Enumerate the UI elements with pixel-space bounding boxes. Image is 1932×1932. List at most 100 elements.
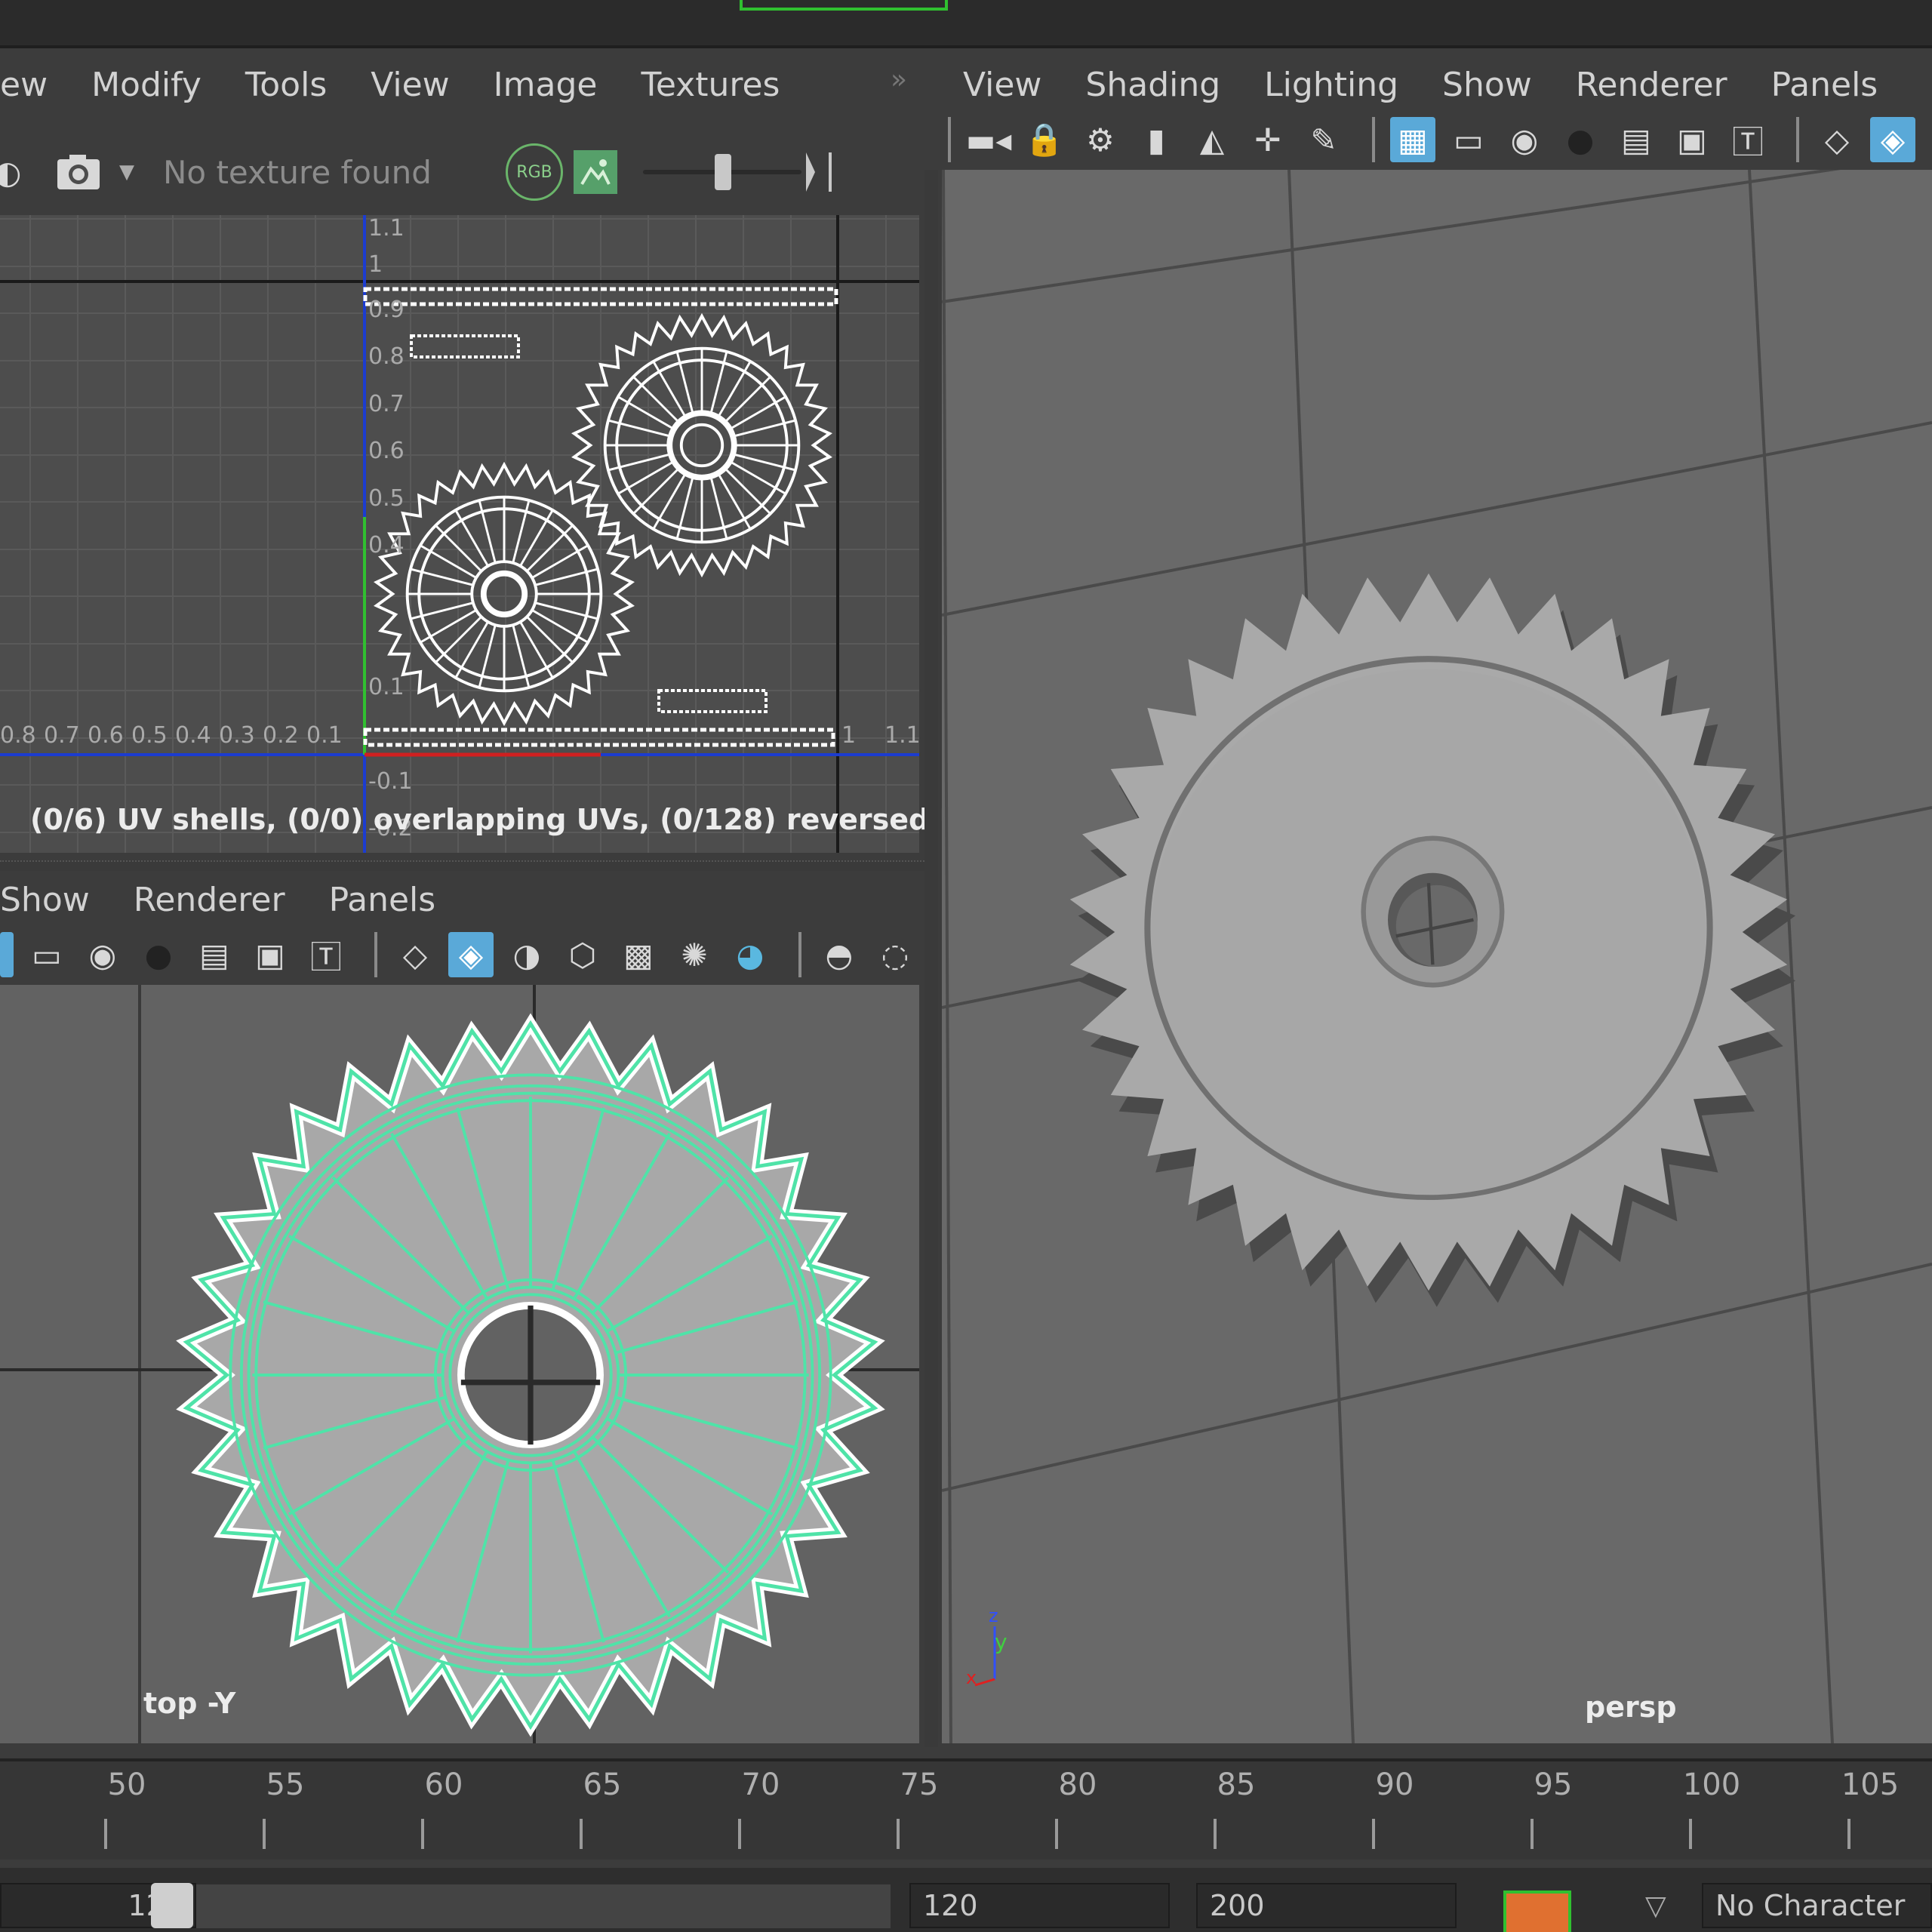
uv-axis-label-y: -0.1 bbox=[368, 768, 413, 795]
field-chart-icon[interactable]: ▤ bbox=[192, 932, 237, 977]
gate-mask-icon[interactable]: ● bbox=[136, 932, 181, 977]
menu-overflow-icon[interactable]: » bbox=[891, 64, 907, 95]
selection-bracket-icon[interactable] bbox=[740, 0, 948, 11]
uv-menu-modify[interactable]: Modify bbox=[91, 66, 202, 104]
image-plane-icon[interactable]: ◭ bbox=[1189, 117, 1235, 162]
top-menu-show[interactable]: Show bbox=[0, 881, 90, 919]
safe-title-icon[interactable]: 🅃 bbox=[303, 932, 349, 977]
safe-action-icon[interactable]: ▣ bbox=[248, 932, 293, 977]
axis-gizmo-icon: z y x bbox=[966, 1605, 1008, 1687]
uv-axis-label-x: 0.8 bbox=[0, 722, 36, 749]
uv-editor-menubar: ew Modify Tools View Image Textures bbox=[0, 47, 823, 122]
timeline-tick-label: 95 bbox=[1534, 1767, 1573, 1802]
gate-mask-icon[interactable]: ● bbox=[1558, 117, 1603, 162]
bookmark-icon[interactable]: ▮ bbox=[1134, 117, 1179, 162]
uv-menu-view[interactable]: ew bbox=[0, 66, 48, 104]
timeline-tick-label: 55 bbox=[266, 1767, 305, 1802]
timeline-tick-label: 105 bbox=[1841, 1767, 1900, 1802]
uv-editor-viewport[interactable]: 1.1 1 0.9 0.8 0.7 0.6 0.5 0.4 0.1 -0.1 -… bbox=[0, 215, 919, 853]
persp-viewport[interactable]: z y x persp bbox=[942, 170, 1932, 1743]
camera-lock-icon[interactable]: 🔒 bbox=[1022, 117, 1067, 162]
film-gate-icon[interactable]: ▭ bbox=[1446, 117, 1491, 162]
timeline-tick-mark bbox=[1531, 1819, 1534, 1849]
persp-menu-renderer[interactable]: Renderer bbox=[1576, 66, 1727, 104]
wireframe-on-shaded-icon[interactable]: ◑ bbox=[504, 932, 549, 977]
timeline-tick-label: 60 bbox=[424, 1767, 463, 1802]
persp-menu-lighting[interactable]: Lighting bbox=[1264, 66, 1398, 104]
uv-axis-label-x: 0.5 bbox=[131, 722, 168, 749]
character-set-field[interactable]: No Character bbox=[1702, 1883, 1932, 1928]
timeline-tick-label: 50 bbox=[107, 1767, 146, 1802]
textured-icon[interactable]: ▩ bbox=[616, 932, 661, 977]
uv-axis-label-x: 0.3 bbox=[219, 722, 255, 749]
camera-attrs-icon[interactable]: ⚙ bbox=[1078, 117, 1123, 162]
uv-axis-label-x: 0.6 bbox=[88, 722, 124, 749]
timeline-tick-label: 85 bbox=[1217, 1767, 1256, 1802]
uv-menu-tools[interactable]: Tools bbox=[245, 66, 327, 104]
grid-icon[interactable] bbox=[0, 932, 14, 977]
xray-icon[interactable]: ⬡ bbox=[560, 932, 605, 977]
persp-gear-model bbox=[1069, 573, 1795, 1307]
persp-menu-shading[interactable]: Shading bbox=[1085, 66, 1220, 104]
safe-action-icon[interactable]: ▣ bbox=[1669, 117, 1715, 162]
uv-axis-label-y: 0.5 bbox=[368, 485, 405, 512]
motion-blur-icon[interactable]: ◌ bbox=[872, 932, 918, 977]
timeline-tick-label: 80 bbox=[1058, 1767, 1097, 1802]
camera-select-icon[interactable]: ▬◂ bbox=[966, 117, 1012, 162]
uv-axis-label-y: 0.6 bbox=[368, 438, 405, 464]
cut-off-icon[interactable]: ◐ bbox=[0, 149, 21, 195]
timeline-tick-mark bbox=[104, 1819, 107, 1849]
auto-key-icon[interactable] bbox=[1503, 1890, 1571, 1932]
top-menu-panels[interactable]: Panels bbox=[329, 881, 436, 919]
film-gate-icon[interactable]: ▭ bbox=[24, 932, 69, 977]
uv-menu-view2[interactable]: View bbox=[371, 66, 449, 104]
persp-menu-view[interactable]: View bbox=[963, 66, 1041, 104]
top-toolbar-strip bbox=[0, 0, 1932, 48]
toolbar-separator bbox=[798, 932, 801, 977]
chevron-down-icon[interactable]: ▼ bbox=[112, 149, 142, 195]
uv-editor-toolbar: ◐ ▼ No texture found RGB bbox=[0, 143, 850, 201]
top-camera-label: top -Y bbox=[143, 1687, 236, 1720]
resolution-gate-icon[interactable]: ◉ bbox=[80, 932, 125, 977]
timeline-tick-mark bbox=[580, 1819, 583, 1849]
shadows-icon[interactable]: ◕ bbox=[728, 932, 773, 977]
scroll-arrows-icon[interactable] bbox=[801, 149, 839, 195]
exposure-slider[interactable] bbox=[643, 149, 801, 195]
uv-menu-image[interactable]: Image bbox=[494, 66, 598, 104]
filter-icon[interactable]: ▽ bbox=[1645, 1890, 1666, 1921]
image-display-icon[interactable] bbox=[574, 150, 617, 194]
top-menu-renderer[interactable]: Renderer bbox=[134, 881, 285, 919]
uv-axis-label-y: 0.8 bbox=[368, 343, 405, 370]
rgb-channel-icon[interactable]: RGB bbox=[506, 143, 563, 201]
ambient-occlusion-icon[interactable]: ◓ bbox=[817, 932, 862, 977]
texture-field[interactable]: No texture found bbox=[163, 149, 495, 195]
uv-axis-label-y: 0.1 bbox=[368, 674, 405, 700]
timeline-tick-label: 70 bbox=[741, 1767, 780, 1802]
grease-pencil-icon[interactable]: ✎ bbox=[1301, 117, 1346, 162]
shaded-cube-icon[interactable]: ◈ bbox=[448, 932, 494, 977]
max-frame-field[interactable]: 200 bbox=[1196, 1883, 1457, 1928]
wireframe-cube-icon[interactable]: ◇ bbox=[1814, 117, 1860, 162]
light-bulb-icon[interactable]: ✺ bbox=[672, 932, 717, 977]
camera-icon[interactable] bbox=[56, 149, 101, 195]
range-slider-handle[interactable] bbox=[151, 1883, 193, 1928]
timeline-tick-mark bbox=[1214, 1819, 1217, 1849]
grid-icon[interactable]: ▦ bbox=[1390, 117, 1435, 162]
top-viewport[interactable]: top -Y bbox=[0, 985, 919, 1743]
persp-menu-panels[interactable]: Panels bbox=[1771, 66, 1878, 104]
2d-pan-zoom-icon[interactable]: ✛ bbox=[1245, 117, 1291, 162]
resolution-gate-icon[interactable]: ◉ bbox=[1502, 117, 1547, 162]
field-chart-icon[interactable]: ▤ bbox=[1614, 117, 1659, 162]
range-slider-track[interactable] bbox=[196, 1884, 891, 1928]
shaded-cube-icon[interactable]: ◈ bbox=[1870, 117, 1915, 162]
persp-menu-show[interactable]: Show bbox=[1442, 66, 1532, 104]
svg-text:y: y bbox=[995, 1629, 1008, 1654]
uv-axis-label-y: 1 bbox=[368, 251, 383, 278]
uv-axis-label-x: 0.7 bbox=[44, 722, 80, 749]
uv-menu-textures[interactable]: Textures bbox=[641, 66, 780, 104]
safe-title-icon[interactable]: 🅃 bbox=[1725, 117, 1770, 162]
persp-menubar: View Shading Lighting Show Renderer Pane… bbox=[963, 47, 1921, 122]
wireframe-cube-icon[interactable]: ◇ bbox=[392, 932, 438, 977]
uv-axis-label-y: 0.7 bbox=[368, 391, 405, 417]
end-frame-field[interactable]: 120 bbox=[909, 1883, 1170, 1928]
